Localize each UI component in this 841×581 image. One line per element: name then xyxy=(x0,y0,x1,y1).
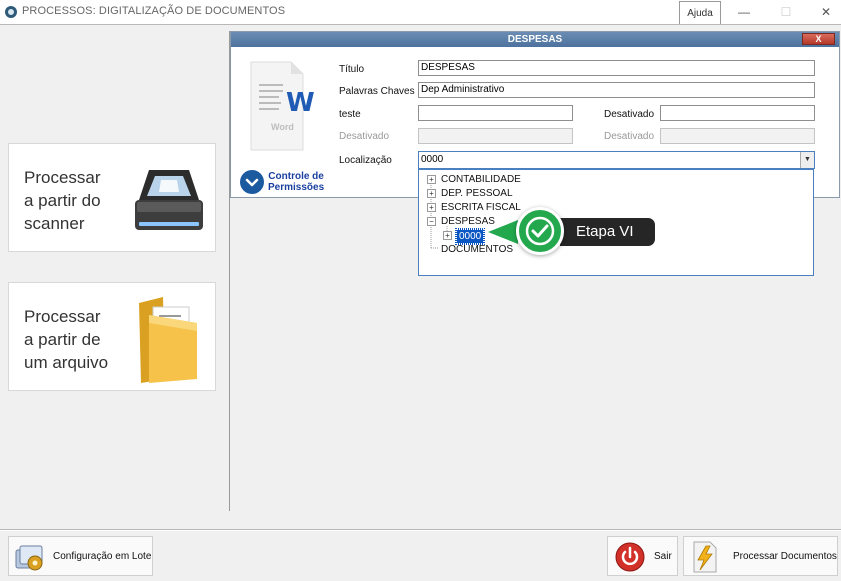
desativado-input-2 xyxy=(418,128,573,144)
word-caption: Word xyxy=(271,122,294,132)
bottom-toolbar: Configuração em Lote Sair Processar Docu… xyxy=(0,531,841,581)
tree-expander-escrita-fiscal[interactable]: + xyxy=(427,203,436,212)
tree-item-despesas[interactable]: DESPESAS xyxy=(441,215,495,228)
maximize-button[interactable]: ☐ xyxy=(766,0,806,24)
desativado-input-3 xyxy=(660,128,815,144)
batch-config-label: Configuração em Lote xyxy=(53,551,152,562)
chevron-down-icon[interactable]: ▼ xyxy=(800,152,814,168)
exit-label: Sair xyxy=(654,551,672,562)
tree-item-0000-selected[interactable]: 0000 xyxy=(454,228,486,245)
desativado-label-2: Desativado xyxy=(339,131,390,142)
process-documents-label: Processar Documentos xyxy=(733,551,837,562)
file-label-line2: a partir de xyxy=(24,330,101,349)
help-button[interactable]: Ajuda xyxy=(679,1,721,26)
file-label-line1: Processar xyxy=(24,307,101,326)
dialog-close-button[interactable]: X xyxy=(802,33,835,45)
teste-input[interactable] xyxy=(418,105,573,121)
desativado-label-3: Desativado xyxy=(604,131,655,142)
scanner-label-line1: Processar xyxy=(24,168,101,187)
permissions-control-link[interactable]: Controle de Permissões xyxy=(268,171,324,193)
scanner-label-line2: a partir do xyxy=(24,191,101,210)
scanner-icon xyxy=(135,170,203,230)
titulo-label: Título xyxy=(339,64,365,75)
tree-item-dep-pessoal[interactable]: DEP. PESSOAL xyxy=(441,187,513,200)
scanner-label-line3: scanner xyxy=(24,214,85,233)
batch-config-button[interactable]: Configuração em Lote xyxy=(8,536,153,576)
process-from-file-button[interactable]: Processar a partir de um arquivo xyxy=(8,282,216,391)
permissions-line1: Controle de xyxy=(268,171,324,182)
tree-expander-0000[interactable]: + xyxy=(443,231,452,240)
minimize-button[interactable]: — xyxy=(724,0,764,24)
folder-icon xyxy=(139,297,197,383)
localizacao-value: 0000 xyxy=(421,154,444,165)
teste-label: teste xyxy=(339,109,361,120)
permissions-line2: Permissões xyxy=(268,182,325,193)
desativado-label-1: Desativado xyxy=(604,109,655,120)
dialog-title: DESPESAS xyxy=(231,32,839,47)
app-logo-icon xyxy=(5,6,17,18)
step-callout-label: Etapa VI xyxy=(560,218,655,246)
tree-item-documentos[interactable]: DOCUMENTOS xyxy=(441,243,513,256)
tree-item-escrita-fiscal[interactable]: ESCRITA FISCAL xyxy=(441,201,521,214)
tree-expander-despesas[interactable]: − xyxy=(427,217,436,226)
document-lightning-icon xyxy=(693,541,717,573)
tree-expander-contabilidade[interactable]: + xyxy=(427,175,436,184)
palavras-chaves-label: Palavras Chaves xyxy=(339,86,415,97)
titulo-input[interactable]: DESPESAS xyxy=(418,60,815,76)
close-window-button[interactable]: ✕ xyxy=(806,0,841,24)
permissions-chevron-icon[interactable] xyxy=(240,170,264,194)
localizacao-combo[interactable]: 0000 ▼ xyxy=(418,151,815,169)
power-icon xyxy=(615,542,645,572)
localizacao-label: Localização xyxy=(339,155,392,166)
desativado-input-1[interactable] xyxy=(660,105,815,121)
window-title: PROCESSOS: DIGITALIZAÇÃO DE DOCUMENTOS xyxy=(22,5,286,17)
tree-item-contabilidade[interactable]: CONTABILIDADE xyxy=(441,173,521,186)
word-letter: W xyxy=(286,88,315,118)
title-bar: PROCESSOS: DIGITALIZAÇÃO DE DOCUMENTOS A… xyxy=(0,0,841,26)
process-from-scanner-button[interactable]: Processar a partir do scanner xyxy=(8,143,216,252)
batch-config-icon xyxy=(15,545,43,571)
exit-button[interactable]: Sair xyxy=(607,536,678,576)
file-label-line3: um arquivo xyxy=(24,353,109,372)
palavras-chaves-input[interactable]: Dep Administrativo xyxy=(418,82,815,98)
step-callout-arrow xyxy=(488,220,518,244)
tree-expander-dep-pessoal[interactable]: + xyxy=(427,189,436,198)
check-icon xyxy=(516,207,564,255)
process-documents-button[interactable]: Processar Documentos xyxy=(683,536,838,576)
